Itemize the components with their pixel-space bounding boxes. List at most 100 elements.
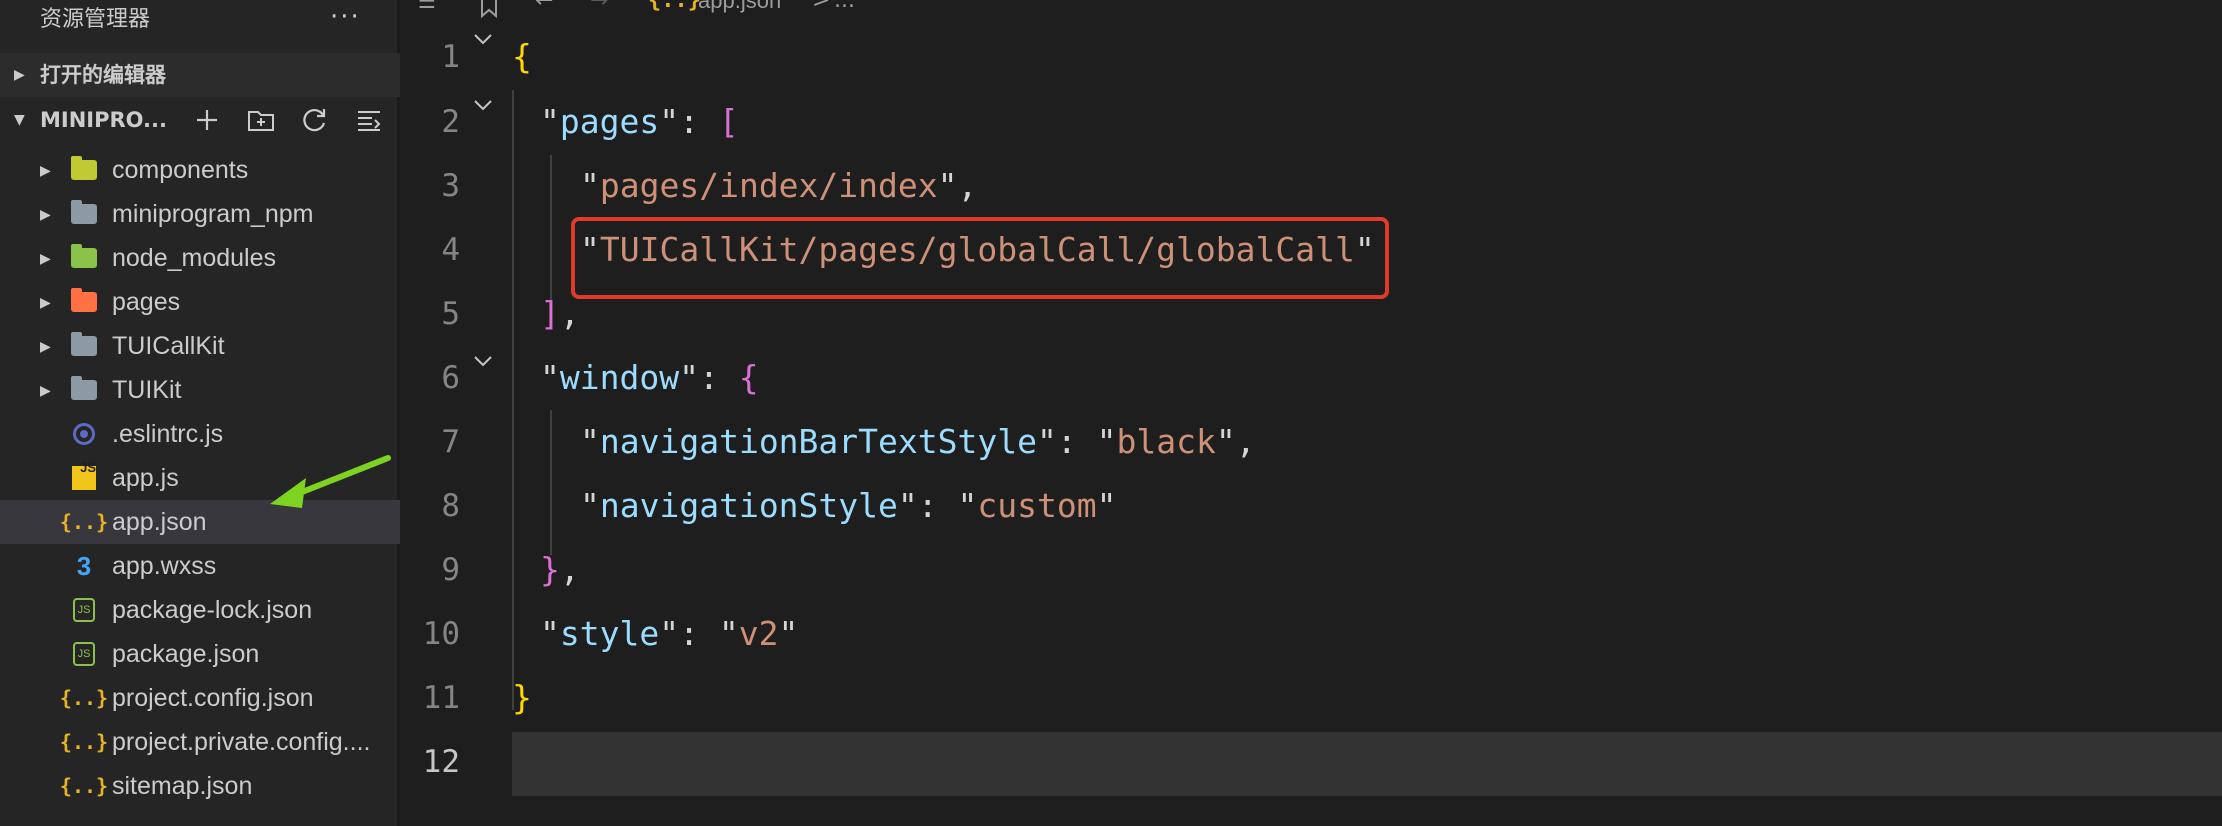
collapse-icon[interactable] xyxy=(352,103,386,137)
tree-item-label: app.js xyxy=(112,464,179,492)
tree-item-app-wxss[interactable]: 3 app.wxss xyxy=(0,544,400,588)
tree-item-label: project.config.json xyxy=(112,684,314,712)
line-number: 1 xyxy=(441,39,460,75)
tree-item-label: app.json xyxy=(112,508,207,536)
current-line-highlight xyxy=(512,732,2222,796)
code-line[interactable]: { xyxy=(512,25,532,89)
chevron-right-icon: ▶ xyxy=(40,206,51,222)
tree-item-package-json[interactable]: JS package.json xyxy=(0,632,400,676)
fold-chevron-icon[interactable] xyxy=(473,30,493,51)
open-editors-section[interactable]: ▶ 打开的编辑器 xyxy=(0,53,400,97)
explorer-sidebar: 资源管理器 ··· ▶ 打开的编辑器 ▼ MINIPRO... ▶ compon… xyxy=(0,0,400,826)
code-line[interactable]: "pages": [ xyxy=(540,90,739,154)
line-number: 3 xyxy=(441,168,460,204)
explorer-title: 资源管理器 xyxy=(40,7,151,32)
breadcrumb: ☰ ← → {..} app.json > ... xyxy=(400,0,2222,22)
line-number: 10 xyxy=(422,616,460,652)
highlight-box xyxy=(571,217,1389,299)
bookmark-icon[interactable] xyxy=(478,0,500,19)
folder-icon xyxy=(70,200,98,226)
indent-guide xyxy=(512,90,514,710)
chevron-right-icon: ▶ xyxy=(40,250,51,266)
code-line[interactable]: "pages/index/index", xyxy=(580,154,977,218)
refresh-icon[interactable] xyxy=(298,103,332,137)
tree-item-label: TUICallKit xyxy=(112,332,225,360)
tree-item-label: node_modules xyxy=(112,244,277,272)
chevron-right-icon: ▶ xyxy=(40,294,51,310)
json-icon: {..} xyxy=(59,730,109,754)
line-number: 11 xyxy=(422,680,460,716)
back-arrow-icon[interactable]: ← xyxy=(535,0,553,12)
tree-item-label: sitemap.json xyxy=(112,772,253,800)
tree-item-tuicallkit[interactable]: ▶ TUICallKit xyxy=(0,324,400,368)
tree-item-label: components xyxy=(112,156,249,184)
eslint-icon xyxy=(70,422,98,446)
breadcrumb-file[interactable]: app.json xyxy=(698,0,781,12)
tree-item-package-lock-json[interactable]: JS package-lock.json xyxy=(0,588,400,632)
tree-item-miniprogram-npm[interactable]: ▶ miniprogram_npm xyxy=(0,192,400,236)
components-folder-icon xyxy=(70,156,98,182)
tree-item-label: TUIKit xyxy=(112,376,182,404)
tree-item-tuikit[interactable]: ▶ TUIKit xyxy=(0,368,400,412)
indent-guide xyxy=(550,155,552,300)
line-number: 6 xyxy=(441,360,460,396)
fold-chevron-icon[interactable] xyxy=(473,96,493,117)
breadcrumb-ellipsis[interactable]: ... xyxy=(834,0,855,12)
json-icon: {..} xyxy=(59,686,109,710)
json-icon: {..} xyxy=(648,0,701,13)
project-actions xyxy=(190,98,386,142)
tree-item-label: miniprogram_npm xyxy=(112,200,314,228)
list-icon[interactable]: ☰ xyxy=(418,0,436,11)
pages-folder-icon xyxy=(70,288,98,314)
tree-item-sitemap-json[interactable]: {..} sitemap.json xyxy=(0,764,400,808)
node-folder-icon xyxy=(70,244,98,270)
nodejs-icon: JS xyxy=(70,598,98,622)
tree-item-label: pages xyxy=(112,288,181,316)
line-number: 5 xyxy=(441,296,460,332)
forward-arrow-icon[interactable]: → xyxy=(590,0,608,12)
line-number: 8 xyxy=(441,488,460,524)
project-label: MINIPRO... xyxy=(40,108,167,132)
tree-item-label: package-lock.json xyxy=(112,596,313,624)
chevron-right-icon: ▶ xyxy=(40,338,51,354)
tree-item-label: .eslintrc.js xyxy=(112,420,224,448)
app-window: 资源管理器 ··· ▶ 打开的编辑器 ▼ MINIPRO... ▶ compon… xyxy=(0,0,2222,826)
fold-chevron-icon[interactable] xyxy=(473,352,493,373)
tree-item-label: package.json xyxy=(112,640,260,668)
line-number: 7 xyxy=(441,424,460,460)
project-section[interactable]: ▼ MINIPRO... xyxy=(0,98,400,142)
new-file-icon[interactable] xyxy=(190,103,224,137)
line-number: 2 xyxy=(441,104,460,140)
open-editors-label: 打开的编辑器 xyxy=(40,63,166,87)
tree-item-label: project.private.config.... xyxy=(112,728,371,756)
folder-icon xyxy=(70,376,98,402)
tree-item-components[interactable]: ▶ components xyxy=(0,148,400,192)
new-folder-icon[interactable] xyxy=(244,103,278,137)
nodejs-icon: JS xyxy=(70,642,98,666)
code-line[interactable]: } xyxy=(512,666,532,730)
code-editor[interactable]: ☰ ← → {..} app.json > ... 1 2 3 4 5 6 7 … xyxy=(400,0,2222,826)
code-line[interactable]: "window": { xyxy=(540,346,759,410)
css-icon: 3 xyxy=(76,551,92,581)
chevron-right-icon: ▶ xyxy=(40,382,51,398)
line-number: 9 xyxy=(441,552,460,588)
tree-item-pages[interactable]: ▶ pages xyxy=(0,280,400,324)
chevron-right-icon: ▶ xyxy=(40,162,51,178)
tree-item-project-private-config[interactable]: {..} project.private.config.... xyxy=(0,720,400,764)
json-icon: {..} xyxy=(59,510,109,534)
chevron-down-icon: ▼ xyxy=(14,112,25,128)
tree-item-label: app.wxss xyxy=(112,552,217,580)
annotation-arrow-icon xyxy=(270,455,391,508)
code-line[interactable]: "navigationBarTextStyle": "black", xyxy=(580,410,1256,474)
code-line[interactable]: "navigationStyle": "custom" xyxy=(580,474,1116,538)
chevron-right-icon: ▶ xyxy=(14,67,25,83)
js-icon: JS xyxy=(70,460,98,490)
tree-item-node-modules[interactable]: ▶ node_modules xyxy=(0,236,400,280)
code-line[interactable]: "style": "v2" xyxy=(540,602,798,666)
tree-item-project-config-json[interactable]: {..} project.config.json xyxy=(0,676,400,720)
line-number-active: 12 xyxy=(422,744,460,780)
more-icon[interactable]: ··· xyxy=(330,0,361,40)
tree-item-eslintrc[interactable]: .eslintrc.js xyxy=(0,412,400,456)
indent-guide xyxy=(550,410,552,555)
code-line[interactable]: }, xyxy=(540,538,580,602)
